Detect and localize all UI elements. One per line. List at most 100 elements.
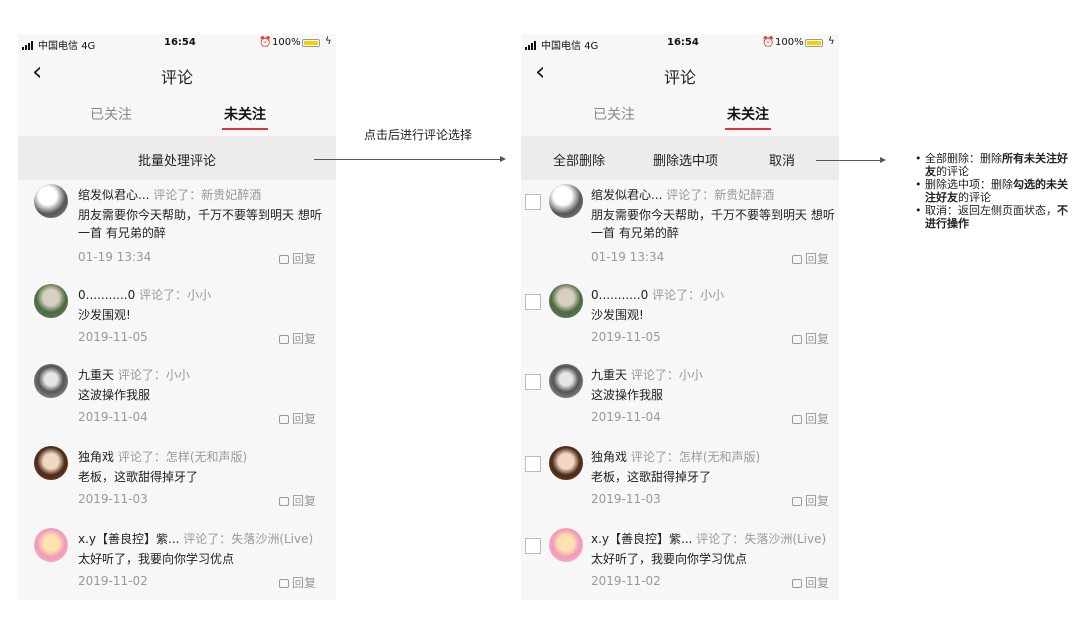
- comment-user[interactable]: 绾发似君心...: [591, 188, 662, 202]
- tab-unfollowed[interactable]: 未关注: [222, 104, 268, 130]
- comment-body: 沙发围观!: [78, 308, 131, 322]
- tab-active-indicator: [725, 128, 771, 130]
- selection-toolbar: 全部删除 删除选中项 取消: [521, 136, 839, 180]
- comment-user[interactable]: 独角戏: [591, 450, 627, 464]
- comment-user[interactable]: 九重天: [591, 368, 627, 382]
- comment-header: x.y【善良控】紫... 评论了：失落沙洲(Live): [591, 532, 827, 546]
- phone-screen-default: 中国电信 4G 16:54 ⏰ 100% ϟ ‹ 评论 已关注 未关注 批量处理…: [18, 34, 336, 600]
- comment-date: 2019-11-02: [591, 574, 661, 588]
- select-checkbox[interactable]: [525, 194, 541, 210]
- comment-header: 九重天 评论了：小小: [591, 368, 703, 382]
- battery-icon: [302, 39, 320, 47]
- reply-button[interactable]: 回复: [791, 574, 829, 591]
- select-checkbox[interactable]: [525, 538, 541, 554]
- avatar[interactable]: [549, 364, 583, 398]
- status-bar: 中国电信 4G 16:54 ⏰ 100% ϟ: [18, 34, 336, 54]
- reply-button[interactable]: 回复: [278, 330, 316, 347]
- select-checkbox[interactable]: [525, 294, 541, 310]
- comment-target[interactable]: 怎样(无和声版): [679, 450, 760, 464]
- batch-toolbar: 批量处理评论: [18, 136, 336, 180]
- comment-body: 太好听了，我要向你学习优点: [591, 552, 748, 566]
- comment-icon: [791, 497, 802, 506]
- delete-all-button[interactable]: 全部删除: [553, 150, 605, 169]
- cancel-button[interactable]: 取消: [769, 150, 795, 169]
- avatar[interactable]: [549, 528, 583, 562]
- comment-target[interactable]: 新贵妃醉酒: [714, 188, 774, 202]
- comment-target[interactable]: 失落沙洲(Live): [231, 532, 313, 546]
- alarm-icon: ⏰: [259, 37, 272, 48]
- reply-button[interactable]: 回复: [791, 410, 829, 427]
- avatar[interactable]: [549, 446, 583, 480]
- select-checkbox[interactable]: [525, 374, 541, 390]
- reply-button[interactable]: 回复: [791, 330, 829, 347]
- comment-header: 绾发似君心... 评论了：新贵妃醉酒: [78, 188, 262, 202]
- reply-button[interactable]: 回复: [278, 250, 316, 267]
- comment-target[interactable]: 失落沙洲(Live): [744, 532, 826, 546]
- comment-target[interactable]: 小小: [166, 368, 190, 382]
- comment-date: 2019-11-05: [78, 330, 148, 344]
- comment-target[interactable]: 新贵妃醉酒: [201, 188, 261, 202]
- comment-icon: [278, 255, 289, 264]
- comment-user[interactable]: 独角戏: [78, 450, 114, 464]
- avatar[interactable]: [34, 528, 68, 562]
- battery-percent: 100%: [272, 37, 301, 48]
- comment-date: 01-19 13:34: [78, 250, 152, 264]
- note-delete-all: 全部删除：删除所有未关注好友的评论: [913, 152, 1073, 178]
- avatar[interactable]: [34, 284, 68, 318]
- tab-followed[interactable]: 已关注: [593, 104, 635, 124]
- comment-item: 0...........0 评论了：小小 沙发围观! 2019-11-05 回复: [521, 280, 839, 360]
- comment-body: 这波操作我服: [78, 388, 151, 402]
- comment-icon: [278, 415, 289, 424]
- reply-button[interactable]: 回复: [278, 492, 316, 509]
- signal-icon: [22, 39, 34, 50]
- comment-user[interactable]: x.y【善良控】紫...: [78, 532, 179, 546]
- avatar[interactable]: [549, 284, 583, 318]
- comment-item: 绾发似君心... 评论了：新贵妃醉酒 朋友需要你今天帮助，千万不要等到明天 想听…: [521, 180, 839, 266]
- comment-user[interactable]: 绾发似君心...: [78, 188, 149, 202]
- comment-target[interactable]: 小小: [700, 288, 724, 302]
- select-checkbox[interactable]: [525, 456, 541, 472]
- comment-date: 2019-11-05: [591, 330, 661, 344]
- flow-arrow: [816, 157, 886, 163]
- reply-button[interactable]: 回复: [278, 574, 316, 591]
- tab-unfollowed[interactable]: 未关注: [725, 104, 771, 130]
- delete-selected-button[interactable]: 删除选中项: [653, 150, 718, 169]
- flow-arrow: [314, 156, 506, 162]
- reply-button[interactable]: 回复: [791, 492, 829, 509]
- avatar[interactable]: [34, 364, 68, 398]
- tab-bar: 已关注 未关注: [521, 96, 839, 136]
- carrier-label: 中国电信 4G: [38, 41, 96, 52]
- comment-header: 九重天 评论了：小小: [78, 368, 190, 382]
- comment-body: 朋友需要你今天帮助，千万不要等到明天 想听一首 有兄弟的醉: [78, 208, 322, 240]
- reply-button[interactable]: 回复: [278, 410, 316, 427]
- comment-header: 独角戏 评论了：怎样(无和声版): [78, 450, 248, 464]
- comment-user[interactable]: 0...........0: [78, 288, 135, 302]
- comment-date: 2019-11-03: [591, 492, 661, 506]
- comment-item: 独角戏 评论了：怎样(无和声版) 老板，这歌甜得掉牙了 2019-11-03 回…: [521, 442, 839, 522]
- comment-target[interactable]: 小小: [679, 368, 703, 382]
- comment-icon: [791, 579, 802, 588]
- tab-followed[interactable]: 已关注: [90, 104, 132, 124]
- comment-target[interactable]: 怎样(无和声版): [166, 450, 247, 464]
- comment-item: x.y【善良控】紫... 评论了：失落沙洲(Live) 太好听了，我要向你学习优…: [521, 524, 839, 600]
- comment-icon: [791, 335, 802, 344]
- comment-body: 朋友需要你今天帮助，千万不要等到明天 想听一首 有兄弟的醉: [591, 208, 835, 240]
- status-bar: 中国电信 4G 16:54 ⏰ 100% ϟ: [521, 34, 839, 54]
- battery-icon: [805, 39, 823, 47]
- batch-manage-button[interactable]: 批量处理评论: [18, 150, 336, 169]
- alarm-icon: ⏰: [762, 37, 775, 48]
- comment-target[interactable]: 小小: [187, 288, 211, 302]
- avatar[interactable]: [34, 184, 68, 218]
- comment-header: x.y【善良控】紫... 评论了：失落沙洲(Live): [78, 532, 314, 546]
- reply-button[interactable]: 回复: [791, 250, 829, 267]
- avatar[interactable]: [549, 184, 583, 218]
- comment-user[interactable]: 0...........0: [591, 288, 648, 302]
- nav-bar: ‹ 评论: [521, 56, 839, 92]
- avatar[interactable]: [34, 446, 68, 480]
- comment-icon: [278, 497, 289, 506]
- comment-user[interactable]: 九重天: [78, 368, 114, 382]
- comment-body: 沙发围观!: [591, 308, 644, 322]
- comment-user[interactable]: x.y【善良控】紫...: [591, 532, 692, 546]
- comment-icon: [278, 335, 289, 344]
- comment-header: 绾发似君心... 评论了：新贵妃醉酒: [591, 188, 775, 202]
